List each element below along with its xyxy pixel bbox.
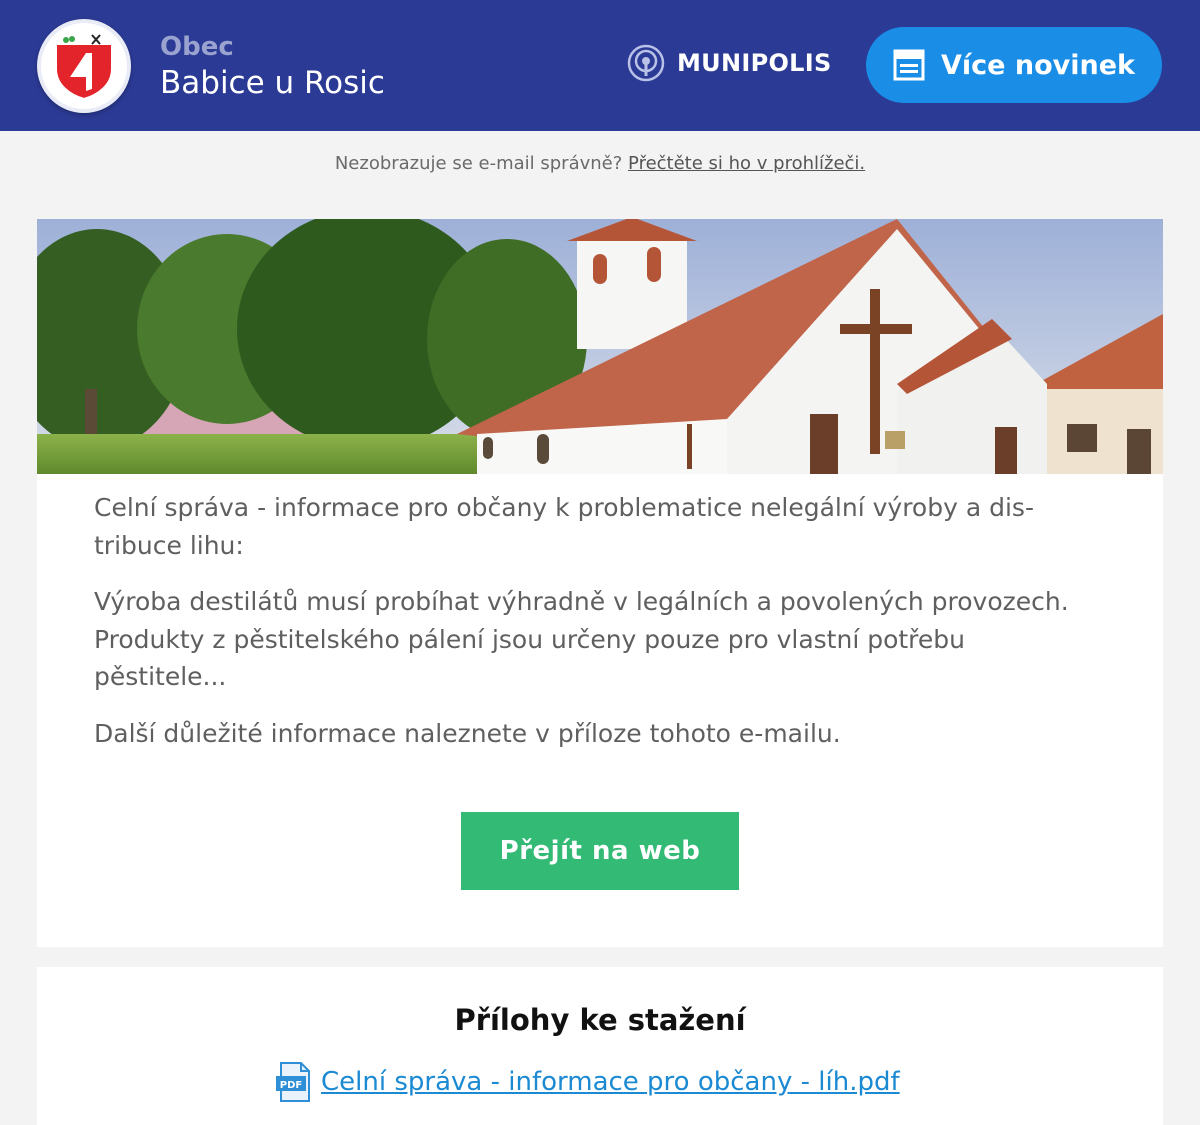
newspaper-icon xyxy=(893,49,925,81)
article-body-paragraph: Výroba destilátů musí probíhat výhradně … xyxy=(94,587,1069,691)
pdf-file-icon: PDF xyxy=(276,1062,310,1102)
news-card: Celní správa - informace pro občany k pr… xyxy=(37,219,1163,947)
attachment-link[interactable]: Celní správa - informace pro občany - lí… xyxy=(321,1067,900,1097)
municipality-name: Babice u Rosic xyxy=(160,65,385,101)
municipality-crest-logo[interactable] xyxy=(37,19,131,113)
article-text: Celní správa - informace pro občany k pr… xyxy=(94,489,1104,771)
go-to-web-button[interactable]: Přejít na web xyxy=(461,812,739,890)
browser-view-notice: Nezobrazuje se e-mail správně? Přečtěte … xyxy=(0,151,1200,177)
municipality-type-label: Obec xyxy=(160,32,234,62)
hero-image-church xyxy=(37,219,1163,474)
email-header: Obec Babice u Rosic MUNIPOLIS Více novin… xyxy=(0,0,1200,131)
notice-text: Nezobrazuje se e-mail správně? xyxy=(334,153,623,174)
munipolis-brand[interactable]: MUNIPOLIS xyxy=(627,44,832,82)
article-note-paragraph: Další důležité informace naleznete v pří… xyxy=(94,718,841,748)
attachments-card: Přílohy ke stažení PDF Celní správa - in… xyxy=(37,967,1163,1125)
munipolis-wordmark: MUNIPOLIS xyxy=(677,49,832,77)
coat-of-arms-icon xyxy=(55,34,113,101)
broadcast-icon xyxy=(627,44,665,82)
more-news-button[interactable]: Více novinek xyxy=(866,27,1162,103)
go-to-web-label: Přejít na web xyxy=(499,836,701,866)
view-in-browser-link[interactable]: Přečtěte si ho v prohlížeči. xyxy=(628,153,865,174)
attachment-item[interactable]: PDF Celní správa - informace pro občany … xyxy=(275,1060,900,1104)
article-heading-paragraph: Celní správa - informace pro občany k pr… xyxy=(94,493,1034,560)
svg-text:PDF: PDF xyxy=(280,1080,302,1091)
attachments-title: Přílohy ke stažení xyxy=(454,1003,746,1037)
more-news-label: Více novinek xyxy=(941,49,1135,81)
